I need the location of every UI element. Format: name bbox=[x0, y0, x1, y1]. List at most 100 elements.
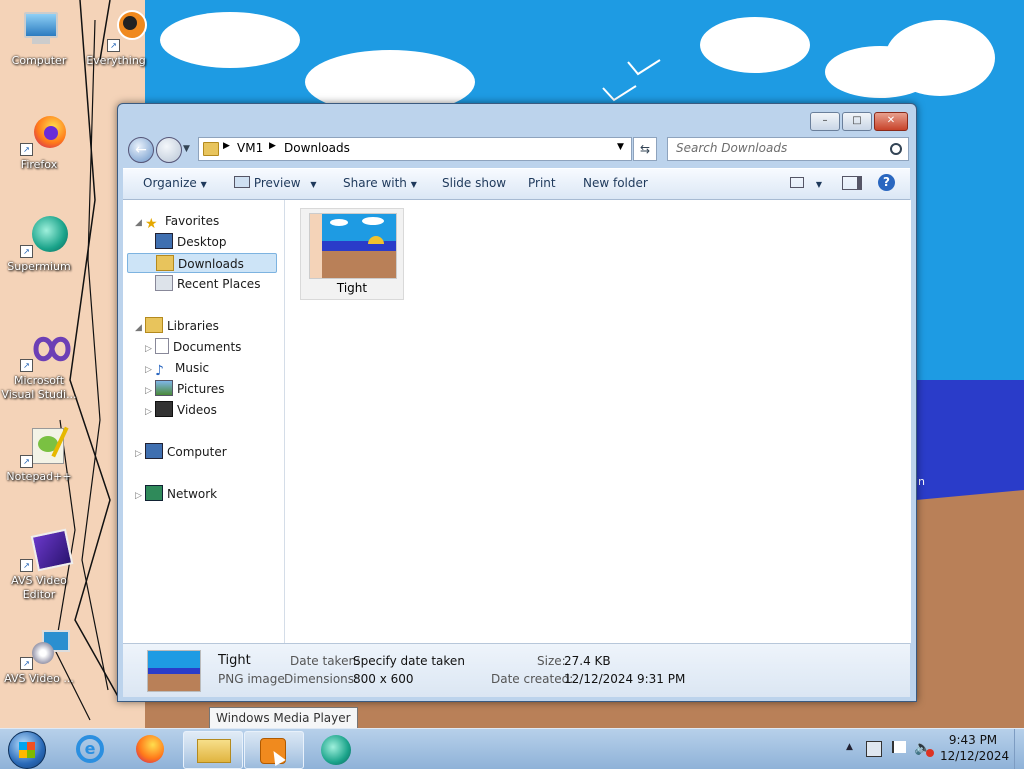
nav-computer[interactable]: ▷ Computer bbox=[135, 442, 227, 462]
nav-downloads[interactable]: Downloads bbox=[127, 253, 277, 273]
file-list[interactable]: Tight bbox=[285, 200, 911, 643]
preview-menu[interactable]: Preview ▼ bbox=[234, 176, 317, 190]
address-dropdown-icon[interactable]: ▼ bbox=[617, 142, 624, 152]
maximize-icon: □ bbox=[852, 115, 862, 126]
nav-music[interactable]: ▷ ♪ Music bbox=[145, 358, 210, 379]
size-label: Size: bbox=[537, 654, 566, 668]
recent-pages-dropdown[interactable]: ▼ bbox=[183, 144, 190, 154]
nav-pictures[interactable]: ▷ Pictures bbox=[145, 379, 225, 399]
preview-label: Preview bbox=[253, 176, 301, 190]
desktop-icon-visual-studio[interactable]: ↗ Microsoft Visual Studi... bbox=[1, 330, 77, 402]
avs-video-editor-icon: ↗ bbox=[18, 528, 74, 572]
breadcrumb-downloads[interactable]: Downloads bbox=[284, 141, 350, 155]
videos-icon bbox=[155, 401, 173, 417]
taskbar-firefox[interactable] bbox=[122, 731, 180, 767]
taskbar-internet-explorer[interactable]: e bbox=[62, 731, 120, 767]
share-with-label: Share with bbox=[343, 176, 407, 190]
nav-network[interactable]: ▷ Network bbox=[135, 484, 217, 504]
back-arrow-icon: ← bbox=[135, 142, 147, 158]
desktop-icon bbox=[155, 233, 173, 249]
taskbar-supermium[interactable] bbox=[307, 731, 365, 767]
clock-time: 9:43 PM bbox=[948, 733, 998, 747]
minimize-button[interactable]: – bbox=[810, 112, 840, 131]
folder-icon bbox=[197, 739, 231, 763]
clock[interactable]: 9:43 PM 12/12/2024 bbox=[940, 733, 1010, 763]
star-icon: ★ bbox=[145, 216, 158, 232]
organize-label: Organize bbox=[143, 176, 197, 190]
change-view-button[interactable]: ▼ bbox=[790, 176, 822, 190]
details-pane: Tight PNG image Date taken: Specify date… bbox=[123, 643, 910, 697]
maximize-button[interactable]: □ bbox=[842, 112, 872, 131]
back-button[interactable]: ← bbox=[128, 137, 154, 163]
chevron-down-icon: ▼ bbox=[815, 180, 822, 189]
taskbar-windows-media-player[interactable] bbox=[244, 731, 304, 769]
breadcrumb-vm1[interactable]: VM1 bbox=[237, 141, 263, 155]
view-icon bbox=[790, 177, 804, 188]
explorer-window[interactable]: – □ ✕ ← ▼ ▶ VM1 ▶ Downloads ▼ ⇆ Search D… bbox=[117, 103, 917, 702]
desktop-icon-avs-video-editor[interactable]: ↗ AVS Video Editor bbox=[1, 528, 77, 602]
refresh-button[interactable]: ⇆ bbox=[633, 137, 657, 161]
taskbar-tooltip: Windows Media Player bbox=[209, 707, 358, 729]
clock-date: 12/12/2024 bbox=[940, 749, 1010, 763]
shortcut-arrow-icon: ↗ bbox=[20, 359, 33, 372]
desktop-icon-computer[interactable]: Computer bbox=[1, 10, 77, 68]
nav-recent-places[interactable]: Recent Places bbox=[155, 274, 260, 294]
desktop-icon-avs-video-converter[interactable]: ↗ AVS Video ... bbox=[1, 628, 77, 686]
taskbar-windows-explorer[interactable] bbox=[183, 731, 243, 769]
help-icon: ? bbox=[883, 175, 890, 189]
address-field[interactable]: ▶ VM1 ▶ Downloads ▼ bbox=[198, 137, 632, 161]
shortcut-arrow-icon: ↗ bbox=[20, 559, 33, 572]
date-taken-value[interactable]: Specify date taken bbox=[353, 654, 465, 668]
show-hidden-icons-button[interactable]: ▲ bbox=[846, 742, 853, 752]
network-tray-icon[interactable] bbox=[866, 741, 882, 757]
nav-label: Music bbox=[175, 361, 210, 375]
print-button[interactable]: Print bbox=[528, 176, 556, 190]
desktop-icon-everything[interactable]: ↗ Everything bbox=[78, 10, 154, 68]
volume-mute-badge-icon bbox=[926, 749, 934, 757]
shortcut-arrow-icon: ↗ bbox=[107, 39, 120, 52]
share-with-menu[interactable]: Share with ▼ bbox=[343, 176, 417, 190]
music-icon: ♪ bbox=[155, 363, 164, 379]
expanded-triangle-icon: ◢ bbox=[135, 323, 142, 333]
desktop-icon-firefox[interactable]: ↗ Firefox bbox=[1, 114, 77, 172]
pictures-icon bbox=[155, 380, 173, 396]
nav-label: Pictures bbox=[177, 382, 225, 396]
nav-desktop[interactable]: Desktop bbox=[155, 232, 227, 252]
nav-videos[interactable]: ▷ Videos bbox=[145, 400, 217, 420]
forward-button[interactable] bbox=[156, 137, 182, 163]
refresh-icon: ⇆ bbox=[639, 142, 651, 156]
desktop-icon-label: Microsoft Visual Studi... bbox=[1, 374, 77, 401]
close-button[interactable]: ✕ bbox=[874, 112, 908, 131]
navigation-pane: ◢ ★ Favorites Desktop Downloads Recent Pla… bbox=[123, 200, 285, 643]
nav-label: Documents bbox=[173, 340, 242, 354]
nav-favorites[interactable]: ◢ ★ Favorites bbox=[135, 211, 219, 232]
show-desktop-button[interactable] bbox=[1014, 729, 1024, 769]
file-item[interactable]: Tight bbox=[300, 208, 404, 300]
start-button[interactable] bbox=[8, 731, 46, 769]
breadcrumb-separator-icon: ▶ bbox=[223, 141, 230, 151]
organize-menu[interactable]: Organize ▼ bbox=[143, 176, 207, 190]
slide-show-button[interactable]: Slide show bbox=[442, 176, 506, 190]
desktop-icon-label: AVS Video ... bbox=[4, 672, 74, 685]
preview-pane-button[interactable] bbox=[842, 176, 862, 193]
notepad-plus-plus-icon: ↗ bbox=[18, 426, 69, 468]
new-folder-button[interactable]: New folder bbox=[583, 176, 648, 190]
search-input[interactable]: Search Downloads bbox=[667, 137, 909, 161]
help-button[interactable]: ? bbox=[878, 174, 895, 191]
desktop-icon-supermium[interactable]: ↗ Supermium bbox=[1, 216, 77, 274]
nav-libraries[interactable]: ◢ Libraries bbox=[135, 316, 219, 336]
desktop-icon-notepad-plus-plus[interactable]: ↗ Notepad++ bbox=[1, 426, 77, 484]
computer-icon bbox=[18, 10, 60, 52]
preview-icon bbox=[234, 176, 250, 188]
collapsed-triangle-icon: ▷ bbox=[145, 344, 152, 354]
recent-places-icon bbox=[155, 275, 173, 291]
nav-label: Recent Places bbox=[177, 277, 261, 291]
details-thumbnail-icon bbox=[147, 650, 201, 692]
nav-documents[interactable]: ▷ Documents bbox=[145, 337, 241, 357]
action-center-flag-icon[interactable] bbox=[892, 741, 906, 753]
everything-icon: ↗ bbox=[95, 10, 147, 52]
supermium-icon bbox=[321, 735, 351, 765]
shortcut-arrow-icon: ↗ bbox=[20, 143, 33, 156]
firefox-icon: ↗ bbox=[18, 114, 66, 156]
close-icon: ✕ bbox=[886, 115, 896, 126]
